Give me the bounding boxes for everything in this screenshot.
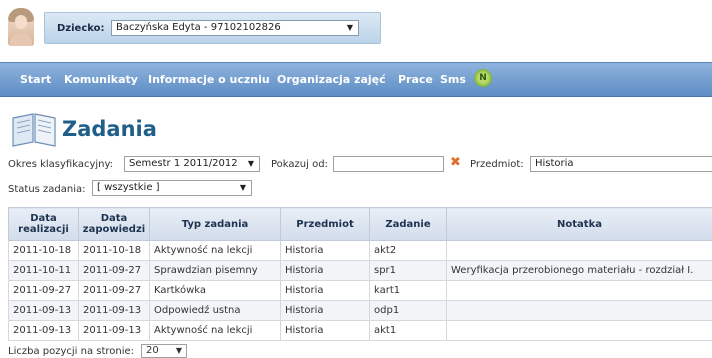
cell-task: kart1 — [370, 281, 447, 301]
cell-realization-date: 2011-10-18 — [9, 241, 79, 261]
period-label: Okres klasyfikacyjny: — [8, 159, 113, 170]
table-row[interactable]: 2011-10-11 2011-09-27 Sprawdzian pisemny… — [9, 261, 712, 281]
child-select[interactable]: Baczyńska Edyta - 97102102826 ▼ — [111, 20, 359, 36]
clear-date-icon[interactable]: ✖ — [450, 156, 461, 169]
cell-announcement-date: 2011-10-18 — [79, 241, 150, 261]
main-navigation: Start Komunikaty Informacje o uczniu Org… — [0, 62, 712, 97]
table-header-row: Data realizacji Data zapowiedzi Typ zada… — [9, 208, 712, 241]
cell-subject: Historia — [281, 301, 370, 321]
cell-task-type: Kartkówka — [150, 281, 281, 301]
cell-task: odp1 — [370, 301, 447, 321]
open-book-icon — [9, 108, 59, 148]
tasks-table: Data realizacji Data zapowiedzi Typ zada… — [8, 207, 712, 341]
column-header-przedmiot[interactable]: Przedmiot — [281, 208, 370, 241]
cell-task: spr1 — [370, 261, 447, 281]
table-row[interactable]: 2011-09-27 2011-09-27 Kartkówka Historia… — [9, 281, 712, 301]
nav-item-informacje-o-uczniu[interactable]: Informacje o uczniu — [148, 73, 270, 86]
cell-note — [447, 321, 712, 341]
cell-task-type: Sprawdzian pisemny — [150, 261, 281, 281]
child-selector-box: Dziecko: Baczyńska Edyta - 97102102826 ▼ — [44, 12, 381, 44]
subject-select-value: Historia — [535, 158, 574, 169]
child-label: Dziecko: — [57, 23, 105, 34]
subject-select[interactable]: Historia — [530, 156, 712, 172]
column-header-notatka[interactable]: Notatka — [447, 208, 712, 241]
status-select-value: [ wszystkie ] — [97, 182, 160, 193]
cell-subject: Historia — [281, 281, 370, 301]
nav-item-start[interactable]: Start — [20, 73, 51, 86]
cell-realization-date: 2011-09-13 — [9, 321, 79, 341]
column-header-data-zapowiedzi[interactable]: Data zapowiedzi — [79, 208, 150, 241]
chevron-down-icon: ▼ — [347, 23, 353, 32]
from-date-label: Pokazuj od: — [271, 159, 328, 170]
page-size-value: 20 — [146, 345, 159, 356]
cell-task: akt2 — [370, 241, 447, 261]
column-header-typ-zadania[interactable]: Typ zadania — [150, 208, 281, 241]
period-select-value: Semestr 1 2011/2012 — [129, 158, 238, 169]
status-select[interactable]: [ wszystkie ] ▼ — [92, 180, 252, 196]
nav-item-prace[interactable]: Prace — [398, 73, 433, 86]
status-label: Status zadania: — [8, 184, 86, 195]
cell-realization-date: 2011-09-13 — [9, 301, 79, 321]
cell-subject: Historia — [281, 321, 370, 341]
cell-announcement-date: 2011-09-27 — [79, 281, 150, 301]
column-header-zadanie[interactable]: Zadanie — [370, 208, 447, 241]
from-date-input[interactable] — [333, 156, 444, 172]
chevron-down-icon: ▼ — [248, 159, 254, 168]
nav-item-sms[interactable]: Sms — [440, 73, 466, 86]
cell-realization-date: 2011-09-27 — [9, 281, 79, 301]
cell-realization-date: 2011-10-11 — [9, 261, 79, 281]
cell-task: akt1 — [370, 321, 447, 341]
sms-new-badge-icon[interactable]: N — [474, 69, 492, 87]
table-row[interactable]: 2011-10-18 2011-10-18 Aktywność na lekcj… — [9, 241, 712, 261]
cell-task-type: Aktywność na lekcji — [150, 241, 281, 261]
student-avatar — [8, 8, 34, 46]
chevron-down-icon: ▼ — [176, 346, 182, 355]
cell-task-type: Odpowiedź ustna — [150, 301, 281, 321]
nav-item-organizacja-zajec[interactable]: Organizacja zajęć — [277, 73, 386, 86]
cell-note — [447, 281, 712, 301]
cell-note — [447, 301, 712, 321]
table-row[interactable]: 2011-09-13 2011-09-13 Odpowiedź ustna Hi… — [9, 301, 712, 321]
page-size-label: Liczba pozycji na stronie: — [8, 346, 134, 357]
cell-task-type: Aktywność na lekcji — [150, 321, 281, 341]
cell-announcement-date: 2011-09-27 — [79, 261, 150, 281]
table-row[interactable]: 2011-09-13 2011-09-13 Aktywność na lekcj… — [9, 321, 712, 341]
subject-label: Przedmiot: — [470, 159, 524, 170]
cell-subject: Historia — [281, 261, 370, 281]
column-header-data-realizacji[interactable]: Data realizacji — [9, 208, 79, 241]
nav-item-komunikaty[interactable]: Komunikaty — [64, 73, 138, 86]
cell-announcement-date: 2011-09-13 — [79, 301, 150, 321]
cell-note: Weryfikacja przerobionego materiału - ro… — [447, 261, 712, 281]
page-size-select[interactable]: 20 ▼ — [141, 344, 187, 358]
cell-announcement-date: 2011-09-13 — [79, 321, 150, 341]
page-title: Zadania — [62, 117, 157, 141]
period-select[interactable]: Semestr 1 2011/2012 ▼ — [124, 156, 260, 172]
cell-note — [447, 241, 712, 261]
child-select-value: Baczyńska Edyta - 97102102826 — [116, 22, 281, 33]
chevron-down-icon: ▼ — [240, 183, 246, 192]
cell-subject: Historia — [281, 241, 370, 261]
